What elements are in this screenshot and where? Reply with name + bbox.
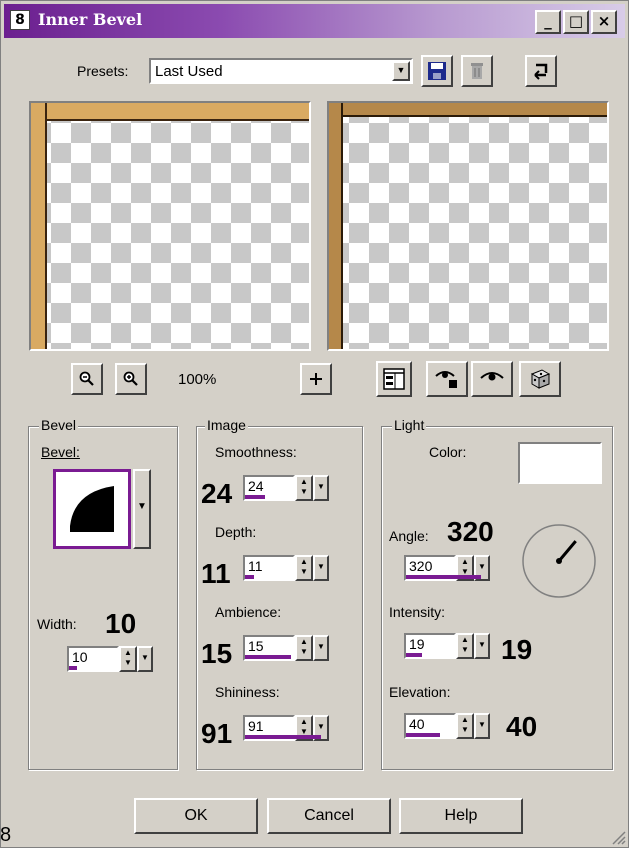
depth-level-bar (245, 575, 254, 579)
angle-dial[interactable] (520, 522, 598, 600)
preview-frame-top (329, 103, 607, 117)
width-label: Width: (37, 616, 77, 632)
intensity-spin-arrows[interactable]: ▲ ▼ (456, 633, 474, 659)
magnifier-minus-icon (79, 371, 94, 386)
presets-select[interactable]: Last Used ▼ (149, 58, 413, 84)
dice-icon (530, 369, 551, 389)
shininess-display: 91 (201, 718, 233, 749)
light-color-swatch[interactable] (518, 442, 602, 484)
preview-window-icon (383, 368, 405, 390)
stray-text: 8 (0, 824, 12, 846)
save-preset-button[interactable] (421, 55, 453, 87)
depth-display: 11 (201, 558, 231, 589)
chevron-down-icon[interactable]: ▼ (392, 61, 410, 81)
ambience-slider-drop[interactable]: ▼ (313, 635, 329, 661)
smoothness-level-bar (245, 495, 265, 499)
title-bar[interactable]: 8 Inner Bevel _ □ × (4, 4, 625, 38)
zoom-level: 100% (178, 371, 217, 388)
color-label: Color: (429, 444, 467, 460)
bevel-dropdown-chevron-icon[interactable]: ▼ (133, 469, 151, 549)
intensity-level-bar (406, 653, 422, 657)
quarter-round-bevel-icon (70, 486, 114, 532)
preview-frame-left (31, 103, 47, 349)
shininess-spinner[interactable]: 91 ▲ ▼ ▼ (243, 715, 331, 741)
intensity-label: Intensity: (389, 604, 446, 620)
zoom-out-button[interactable] (71, 363, 103, 395)
width-spin-arrows[interactable]: ▲ ▼ (119, 646, 137, 672)
dialog-title: Inner Bevel (38, 10, 143, 29)
elevation-spin-arrows[interactable]: ▲ ▼ (456, 713, 474, 739)
depth-slider-drop[interactable]: ▼ (313, 555, 329, 581)
smoothness-label: Smoothness: (215, 444, 297, 460)
intensity-slider-drop[interactable]: ▼ (474, 633, 490, 659)
presets-label: Presets: (77, 63, 129, 79)
shininess-level-bar (245, 735, 321, 739)
elevation-display: 40 (506, 711, 538, 742)
intensity-display: 19 (501, 634, 533, 665)
ambience-level-bar (245, 655, 291, 659)
app-icon: 8 (10, 10, 30, 30)
depth-spin-arrows[interactable]: ▲ ▼ (295, 555, 313, 581)
smoothness-spin-arrows[interactable]: ▲ ▼ (295, 475, 313, 501)
preview-frame-left (329, 103, 343, 349)
show-preview-button[interactable] (471, 361, 513, 397)
elevation-label: Elevation: (389, 684, 451, 700)
width-spinner[interactable]: 10 ▲ ▼ ▼ (67, 646, 155, 672)
eye-icon (480, 372, 504, 381)
floppy-disk-icon (428, 62, 446, 80)
randomize-button[interactable] (519, 361, 561, 397)
smoothness-slider-drop[interactable]: ▼ (313, 475, 329, 501)
reset-button[interactable] (525, 55, 557, 87)
ambience-display: 15 (201, 638, 233, 669)
auto-proof-button[interactable] (426, 361, 468, 397)
close-button[interactable]: × (591, 10, 617, 34)
elevation-level-bar (406, 733, 440, 737)
reset-arrow-icon (534, 63, 548, 80)
depth-label: Depth: (215, 524, 257, 540)
angle-spinner[interactable]: 320 ▲ ▼ ▼ (404, 555, 492, 581)
bevel-group-title: Bevel (39, 417, 79, 433)
light-group-title: Light (392, 417, 427, 433)
bevel-shape-picker[interactable]: ▼ (53, 469, 151, 549)
inner-bevel-dialog: 8 Inner Bevel _ □ × Presets: Last Used ▼ (0, 0, 629, 848)
zoom-in-button[interactable] (115, 363, 147, 395)
width-level-bar (69, 666, 77, 670)
angle-display: 320 (447, 516, 494, 547)
ambience-spin-arrows[interactable]: ▲ ▼ (295, 635, 313, 661)
minimize-button[interactable]: _ (535, 10, 561, 34)
result-preview[interactable] (327, 101, 609, 351)
shininess-label: Shininess: (215, 684, 280, 700)
pan-button[interactable] (300, 363, 332, 395)
width-display: 10 (105, 608, 137, 639)
depth-spinner[interactable]: 11 ▲ ▼ ▼ (243, 555, 331, 581)
elevation-slider-drop[interactable]: ▼ (474, 713, 490, 739)
bevel-label: Bevel: (41, 444, 80, 460)
preview-frame-top (31, 103, 309, 121)
resize-grip-icon[interactable] (610, 829, 626, 845)
angle-label: Angle: (389, 528, 429, 544)
image-group-title: Image (205, 417, 248, 433)
maximize-button[interactable]: □ (563, 10, 589, 34)
intensity-spinner[interactable]: 19 ▲ ▼ ▼ (404, 633, 492, 659)
cancel-button[interactable]: Cancel (267, 798, 391, 834)
width-slider-drop[interactable]: ▼ (137, 646, 153, 672)
ok-button[interactable]: OK (134, 798, 258, 834)
delete-preset-button[interactable] (461, 55, 493, 87)
eye-lock-icon (435, 371, 457, 388)
move-crosshair-icon (310, 373, 322, 385)
smoothness-spinner[interactable]: 24 ▲ ▼ ▼ (243, 475, 331, 501)
smoothness-display: 24 (201, 478, 233, 509)
bevel-shape-swatch[interactable] (53, 469, 131, 549)
original-preview[interactable] (29, 101, 311, 351)
proof-button[interactable] (376, 361, 412, 397)
ambience-label: Ambience: (215, 604, 282, 620)
elevation-spinner[interactable]: 40 ▲ ▼ ▼ (404, 713, 492, 739)
presets-value: Last Used (155, 63, 223, 80)
help-button[interactable]: Help (399, 798, 523, 834)
trash-icon (471, 63, 483, 79)
magnifier-plus-icon (123, 371, 138, 386)
ambience-spinner[interactable]: 15 ▲ ▼ ▼ (243, 635, 331, 661)
angle-level-bar (406, 575, 481, 579)
